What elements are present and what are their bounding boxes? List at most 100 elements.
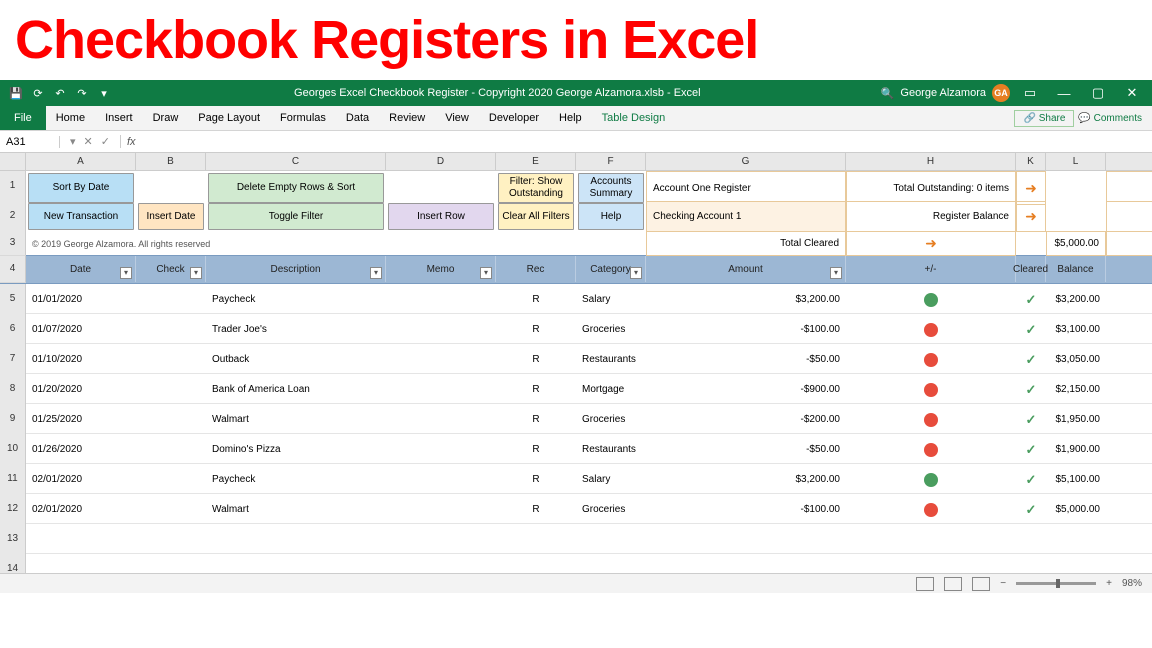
cell-date[interactable]: 01/26/2020 [26,434,136,465]
cell-memo[interactable] [386,434,496,465]
zoom-in-icon[interactable]: + [1106,578,1112,589]
col-D[interactable]: D [386,153,496,171]
col-H[interactable]: H [846,153,1016,171]
cell-rec[interactable]: R [496,374,576,405]
table-row[interactable]: 12 02/01/2020 Walmart R Groceries -$100.… [0,494,1152,524]
tab-draw[interactable]: Draw [143,106,189,130]
accounts-summary-button[interactable]: Accounts Summary [578,173,644,203]
cell-balance[interactable]: $3,200.00 [1046,284,1106,315]
table-row[interactable]: 8 01/20/2020 Bank of America Loan R Mort… [0,374,1152,404]
cell-category[interactable]: Groceries [576,494,646,525]
cell-category[interactable]: Restaurants [576,434,646,465]
row-head-4[interactable]: 4 [0,256,26,283]
filter-show-outstanding-button[interactable]: Filter: Show Outstanding [498,173,574,203]
tab-formulas[interactable]: Formulas [270,106,336,130]
zoom-out-icon[interactable]: − [1000,578,1006,589]
normal-view-icon[interactable] [916,577,934,591]
cell-cleared[interactable]: ✓ [1016,284,1046,315]
cell-amount[interactable]: -$50.00 [646,344,846,375]
namebox-dropdown-icon[interactable]: ▾ [70,135,76,148]
cell-date[interactable]: 01/25/2020 [26,404,136,435]
cell-cleared[interactable]: ✓ [1016,314,1046,345]
cell-cleared[interactable]: ✓ [1016,434,1046,465]
cell-check[interactable] [136,434,206,465]
cell-description[interactable]: Walmart [206,404,386,435]
cell-memo[interactable] [386,374,496,405]
cell-amount[interactable]: $3,200.00 [646,284,846,315]
tab-help[interactable]: Help [549,106,592,130]
maximize-icon[interactable]: ▢ [1084,85,1112,101]
cell-description[interactable]: Trader Joe's [206,314,386,345]
table-row[interactable]: 6 01/07/2020 Trader Joe's R Groceries -$… [0,314,1152,344]
cell-memo[interactable] [386,494,496,525]
name-box[interactable]: A31 [0,136,60,148]
cell-category[interactable]: Salary [576,284,646,315]
cell-category[interactable]: Groceries [576,404,646,435]
redo-icon[interactable]: ↷ [72,87,92,100]
cell-memo[interactable] [386,344,496,375]
insert-row-button[interactable]: Insert Row [388,203,494,230]
cell-rec[interactable]: R [496,344,576,375]
row-head-2[interactable]: 2 [0,201,26,232]
col-C[interactable]: C [206,153,386,171]
ribbon-opts-icon[interactable]: ▭ [1016,85,1044,101]
cell-cleared[interactable]: ✓ [1016,344,1046,375]
tab-developer[interactable]: Developer [479,106,549,130]
cell-category[interactable]: Salary [576,464,646,495]
enter-formula-icon[interactable]: ✓ [101,135,110,148]
cell-balance[interactable]: $1,950.00 [1046,404,1106,435]
insert-date-button[interactable]: Insert Date [138,203,204,230]
cell-check[interactable] [136,404,206,435]
save-icon[interactable]: 💾 [6,87,26,100]
row-head[interactable]: 13 [0,524,26,555]
cell-amount[interactable]: -$100.00 [646,494,846,525]
user-name[interactable]: George Alzamora [900,87,986,99]
cell-description[interactable]: Paycheck [206,284,386,315]
th-date[interactable]: Date▾ [26,256,136,282]
cell-description[interactable]: Paycheck [206,464,386,495]
cell-balance[interactable]: $2,150.00 [1046,374,1106,405]
tab-table-design[interactable]: Table Design [592,106,676,130]
row-head[interactable]: 8 [0,374,26,405]
cell-balance[interactable]: $1,900.00 [1046,434,1106,465]
cell-balance[interactable]: $5,000.00 [1046,494,1106,525]
th-pm2[interactable]: +/- [1106,256,1152,282]
col-L[interactable]: L [1046,153,1106,171]
th-cleared[interactable]: Cleared [1016,256,1046,282]
cell-date[interactable]: 01/07/2020 [26,314,136,345]
row-head-1[interactable]: 1 [0,171,26,205]
col-K[interactable]: K [1016,153,1046,171]
cell-cleared[interactable]: ✓ [1016,404,1046,435]
row-head[interactable]: 10 [0,434,26,465]
cell-cleared[interactable]: ✓ [1016,374,1046,405]
cell-date[interactable]: 01/01/2020 [26,284,136,315]
tab-home[interactable]: Home [46,106,95,130]
row-head[interactable]: 5 [0,284,26,315]
cell-rec[interactable]: R [496,494,576,525]
col-G[interactable]: G [646,153,846,171]
tab-page-layout[interactable]: Page Layout [188,106,270,130]
zoom-level[interactable]: 98% [1122,578,1142,589]
zoom-slider[interactable] [1016,582,1096,585]
cell-amount[interactable]: -$100.00 [646,314,846,345]
th-rec[interactable]: Rec [496,256,576,282]
cell-cleared[interactable]: ✓ [1016,494,1046,525]
cell-check[interactable] [136,314,206,345]
col-E[interactable]: E [496,153,576,171]
table-row[interactable]: 7 01/10/2020 Outback R Restaurants -$50.… [0,344,1152,374]
cell-check[interactable] [136,374,206,405]
cell-category[interactable]: Restaurants [576,344,646,375]
minimize-icon[interactable]: ― [1050,86,1078,101]
cell-rec[interactable]: R [496,434,576,465]
select-all-corner[interactable] [0,153,26,171]
share-button[interactable]: 🔗 Share [1014,110,1074,127]
table-row[interactable]: 13 [0,524,1152,554]
cell-cleared[interactable]: ✓ [1016,464,1046,495]
cell-memo[interactable] [386,314,496,345]
cell-amount[interactable]: -$900.00 [646,374,846,405]
comments-button[interactable]: 💬 Comments [1078,113,1142,124]
col-B[interactable]: B [136,153,206,171]
undo-icon[interactable]: ↶ [50,87,70,100]
th-balance[interactable]: Balance [1046,256,1106,282]
page-layout-view-icon[interactable] [944,577,962,591]
